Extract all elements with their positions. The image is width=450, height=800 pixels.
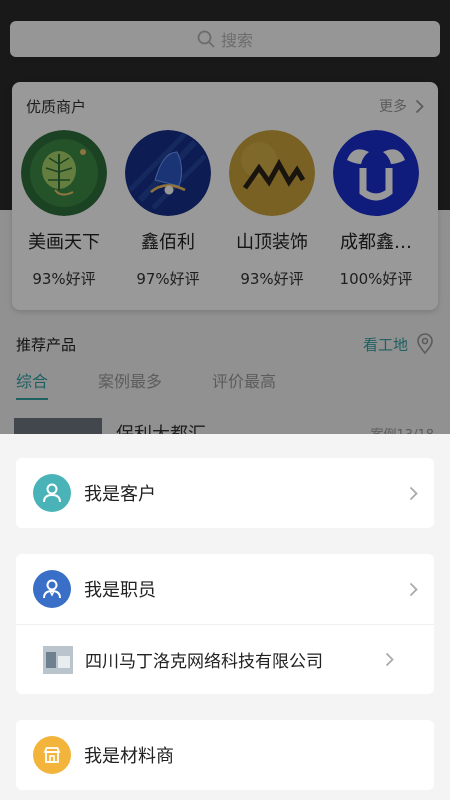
- chevron-right-icon: [409, 582, 418, 596]
- chevron-right-icon: [409, 486, 418, 500]
- customer-row[interactable]: 我是客户: [16, 458, 434, 528]
- staff-label: 我是职员: [84, 580, 156, 601]
- watermark-text: 微茶: [300, 734, 385, 780]
- watermark: 微茶 WXCHA .com: [300, 724, 434, 782]
- staff-row[interactable]: 我是职员: [16, 554, 434, 624]
- company-name: 四川马丁洛克网络科技有限公司: [85, 652, 323, 672]
- company-row[interactable]: 四川马丁洛克网络科技有限公司: [16, 624, 434, 694]
- store-icon: [33, 736, 71, 774]
- company-thumbnail: [43, 645, 73, 674]
- chevron-right-icon: [385, 652, 394, 667]
- staff-card: 我是职员 四川马丁洛克网络科技有限公司: [16, 554, 434, 694]
- role-select-sheet: 我是客户 我是职员 四川马丁洛克网络科技有限公司 我是材料商 微茶 WXCHA …: [0, 434, 450, 800]
- staff-icon: [33, 570, 71, 608]
- watermark-suffix: .com: [388, 757, 428, 776]
- watermark-badge: WXCHA: [388, 745, 434, 757]
- person-icon: [33, 474, 71, 512]
- customer-label: 我是客户: [84, 484, 156, 505]
- customer-card[interactable]: 我是客户: [16, 458, 434, 528]
